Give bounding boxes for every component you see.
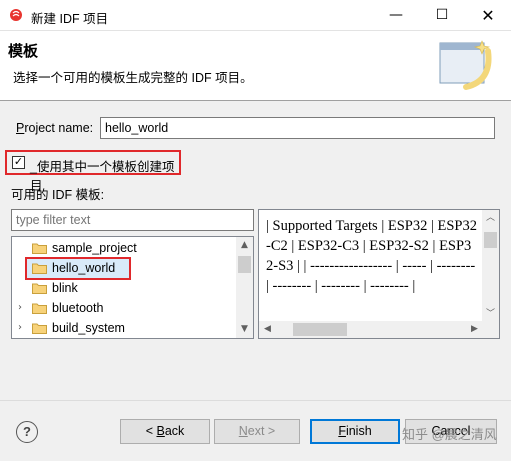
- watermark: 知乎 @晨之清风: [402, 427, 497, 442]
- title-bar: 新建 IDF 项目 — ☐ ✕: [0, 0, 511, 31]
- tree-item-label: bluetooth: [52, 301, 104, 315]
- back-button[interactable]: < Back: [120, 419, 210, 444]
- tree-item-hello-world[interactable]: hello_world: [12, 259, 237, 279]
- folder-icon: [32, 243, 47, 254]
- footer-divider: [0, 400, 511, 401]
- scroll-left-icon[interactable]: ◀: [259, 321, 276, 338]
- tree-item-label: hello_world: [52, 261, 116, 275]
- minimize-button[interactable]: —: [373, 0, 419, 31]
- folder-icon: [32, 283, 47, 294]
- template-tree[interactable]: sample_project hello_world blink › bluet…: [11, 236, 254, 339]
- wizard-banner-icon: [439, 40, 492, 90]
- expand-arrow-icon[interactable]: ›: [18, 322, 22, 333]
- help-button[interactable]: ?: [16, 421, 38, 443]
- expand-arrow-icon[interactable]: ›: [18, 302, 22, 313]
- window-title: 新建 IDF 项目: [31, 12, 109, 26]
- scroll-thumb[interactable]: [238, 256, 251, 273]
- template-description: | Supported Targets | ESP32 | ESP32-C2 |…: [266, 218, 477, 294]
- scroll-right-icon[interactable]: ▶: [466, 321, 483, 338]
- scroll-up-icon[interactable]: ▲: [236, 237, 253, 254]
- maximize-button[interactable]: ☐: [419, 0, 465, 31]
- esp-idf-icon: [10, 9, 22, 21]
- tree-item-label: build_system: [52, 321, 125, 335]
- description-vscrollbar[interactable]: ︿ ﹀: [482, 210, 499, 323]
- scroll-corner: [482, 321, 499, 338]
- scroll-up-icon[interactable]: ︿: [482, 210, 499, 227]
- folder-icon: [32, 323, 47, 334]
- available-templates-label: 可用的 IDF 模板:: [11, 188, 105, 202]
- page-description: 选择一个可用的模板生成完整的 IDF 项目。: [13, 71, 253, 85]
- project-name-label: Project name:: [16, 121, 94, 135]
- tree-scrollbar[interactable]: ▲ ▼: [236, 237, 253, 338]
- tree-item-label: blink: [52, 281, 78, 295]
- filter-input[interactable]: [11, 209, 254, 231]
- finish-button[interactable]: Finish: [310, 419, 400, 444]
- next-button[interactable]: Next >: [214, 419, 300, 444]
- page-title: 模板: [8, 43, 39, 60]
- description-hscrollbar[interactable]: ◀ ▶: [259, 321, 483, 338]
- folder-icon: [32, 303, 47, 314]
- scroll-thumb[interactable]: [293, 323, 347, 336]
- close-button[interactable]: ✕: [465, 0, 511, 31]
- template-description-panel: | Supported Targets | ESP32 | ESP32-C2 |…: [258, 209, 500, 339]
- tree-item-label: sample_project: [52, 241, 137, 255]
- tree-item-build-system[interactable]: › build_system: [12, 319, 237, 338]
- tree-item-sample-project[interactable]: sample_project: [12, 239, 237, 259]
- use-template-option[interactable]: ✓ _使用其中一个模板创建项目: [5, 150, 181, 193]
- project-name-input[interactable]: [100, 117, 495, 139]
- folder-icon: [32, 263, 47, 274]
- tree-item-blink[interactable]: blink: [12, 279, 237, 299]
- scroll-down-icon[interactable]: ▼: [236, 321, 253, 338]
- tree-item-bluetooth[interactable]: › bluetooth: [12, 299, 237, 319]
- scroll-thumb[interactable]: [484, 232, 497, 248]
- wizard-header: 模板 选择一个可用的模板生成完整的 IDF 项目。: [0, 31, 511, 101]
- use-template-checkbox[interactable]: ✓: [12, 156, 25, 169]
